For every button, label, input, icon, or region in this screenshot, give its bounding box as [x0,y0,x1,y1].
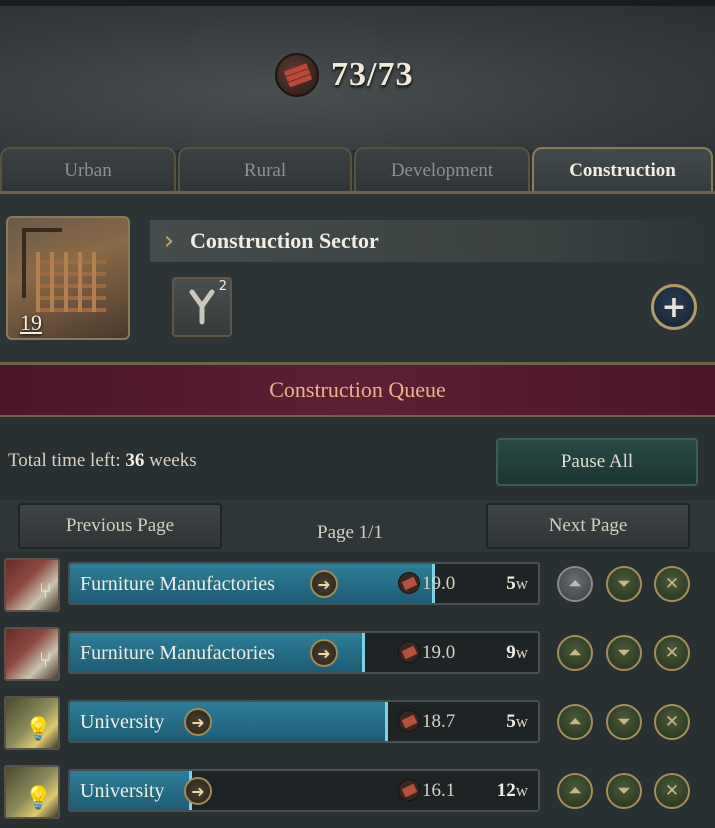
production-method-button[interactable]: 2 [172,277,232,337]
queue-item-name: University [80,711,165,733]
add-building-button[interactable]: + [651,284,697,330]
tab-construction[interactable]: Construction [532,147,713,193]
total-time-left: Total time left: 36 weeks [8,450,197,472]
brick-icon [398,710,420,732]
arrow-right-icon[interactable]: ➜ [184,777,212,805]
queue-header: Construction Queue [0,365,715,417]
double-chevron-up-icon: ⏶ [568,712,582,732]
double-chevron-down-icon: ⏷ [617,781,631,801]
cancel-button[interactable]: ✕ [654,566,690,602]
construction-points-display: 73/73 [275,50,413,100]
arrow-right-icon[interactable]: ➜ [310,570,338,598]
sector-title-bar[interactable]: › Construction Sector [150,220,710,262]
queue-item-name: University [80,780,165,802]
double-chevron-down-icon: ⏷ [617,643,631,663]
construction-sector-image[interactable]: 19 [6,216,130,340]
crane-graphic [22,228,26,298]
total-time-label: Total time left: [8,450,121,471]
queue-item-name: Furniture Manufactories [80,573,275,595]
queue-item-bar[interactable]: University ➜ 16.1 12w [68,769,540,812]
sector-level: 19 [20,310,42,335]
chevron-right-icon: › [163,226,175,256]
queue-row: ⑂ Furniture Manufactories ➜ 19.0 5w ⏶ ⏷ … [0,558,715,612]
queue-title: Construction Queue [269,377,446,402]
double-chevron-up-icon: ⏶ [568,781,582,801]
scaffold-graphic [36,252,106,312]
double-chevron-up-icon: ⏶ [568,574,582,594]
brick-icon [275,53,319,97]
queue-item-weeks: 5w [506,711,528,732]
cancel-button[interactable]: ✕ [654,704,690,740]
cancel-button[interactable]: ✕ [654,773,690,809]
brick-icon [398,779,420,801]
close-icon: ✕ [664,643,680,663]
queue-row: 💡 University ➜ 18.7 5w ⏶ ⏷ ✕ [0,696,715,750]
university-icon[interactable]: 💡 [4,696,60,750]
arrow-right-icon[interactable]: ➜ [310,639,338,667]
previous-page-button[interactable]: Previous Page [18,503,222,549]
queue-item-weeks: 5w [506,573,528,594]
furniture-icon[interactable]: ⑂ [4,627,60,681]
brick-icon [398,641,420,663]
furniture-icon[interactable]: ⑂ [4,558,60,612]
branch-icon [189,289,215,325]
queue-row: 💡 University ➜ 16.1 12w ⏶ ⏷ ✕ [0,765,715,819]
move-down-button[interactable]: ⏷ [606,635,642,671]
queue-item-bar[interactable]: Furniture Manufactories ➜ 19.0 9w [68,631,540,674]
move-down-button[interactable]: ⏷ [606,704,642,740]
double-chevron-up-icon: ⏶ [568,643,582,663]
cancel-button[interactable]: ✕ [654,635,690,671]
queue-item-weeks: 12w [496,780,528,801]
brick-icon [398,572,420,594]
queue-item-cost: 19.0 [422,573,456,594]
move-up-button[interactable]: ⏶ [557,566,593,602]
queue-item-cost: 19.0 [422,642,456,663]
queue-item-bar[interactable]: University ➜ 18.7 5w [68,700,540,743]
double-chevron-down-icon: ⏷ [617,574,631,594]
queue-item-cost: 16.1 [422,780,456,801]
plus-icon: + [661,289,687,325]
tab-development[interactable]: Development [354,147,530,193]
queue-item-cost: 18.7 [422,711,456,732]
category-tabs: Urban Rural Development Construction [0,147,715,193]
queue-item-name: Furniture Manufactories [80,642,275,664]
queue-item-weeks: 9w [506,642,528,663]
close-icon: ✕ [664,712,680,732]
method-count: 2 [218,279,227,294]
page-indicator: Page 1/1 [317,522,383,543]
move-up-button[interactable]: ⏶ [557,704,593,740]
total-time-value: 36 [125,450,145,471]
queue-row: ⑂ Furniture Manufactories ➜ 19.0 9w ⏶ ⏷ … [0,627,715,681]
move-down-button[interactable]: ⏷ [606,773,642,809]
arrow-right-icon[interactable]: ➜ [184,708,212,736]
sector-title: Construction Sector [190,228,379,253]
total-time-unit: weeks [149,450,197,471]
close-icon: ✕ [664,574,680,594]
pause-all-button[interactable]: Pause All [496,438,698,486]
construction-points-value: 73/73 [331,56,414,93]
crane-arm-graphic [22,228,62,232]
next-page-button[interactable]: Next Page [486,503,690,549]
move-down-button[interactable]: ⏷ [606,566,642,602]
queue-item-bar[interactable]: Furniture Manufactories ➜ 19.0 5w [68,562,540,605]
tab-rural[interactable]: Rural [178,147,352,193]
move-up-button[interactable]: ⏶ [557,635,593,671]
move-up-button[interactable]: ⏶ [557,773,593,809]
close-icon: ✕ [664,781,680,801]
university-icon[interactable]: 💡 [4,765,60,819]
double-chevron-down-icon: ⏷ [617,712,631,732]
tab-urban[interactable]: Urban [0,147,176,193]
